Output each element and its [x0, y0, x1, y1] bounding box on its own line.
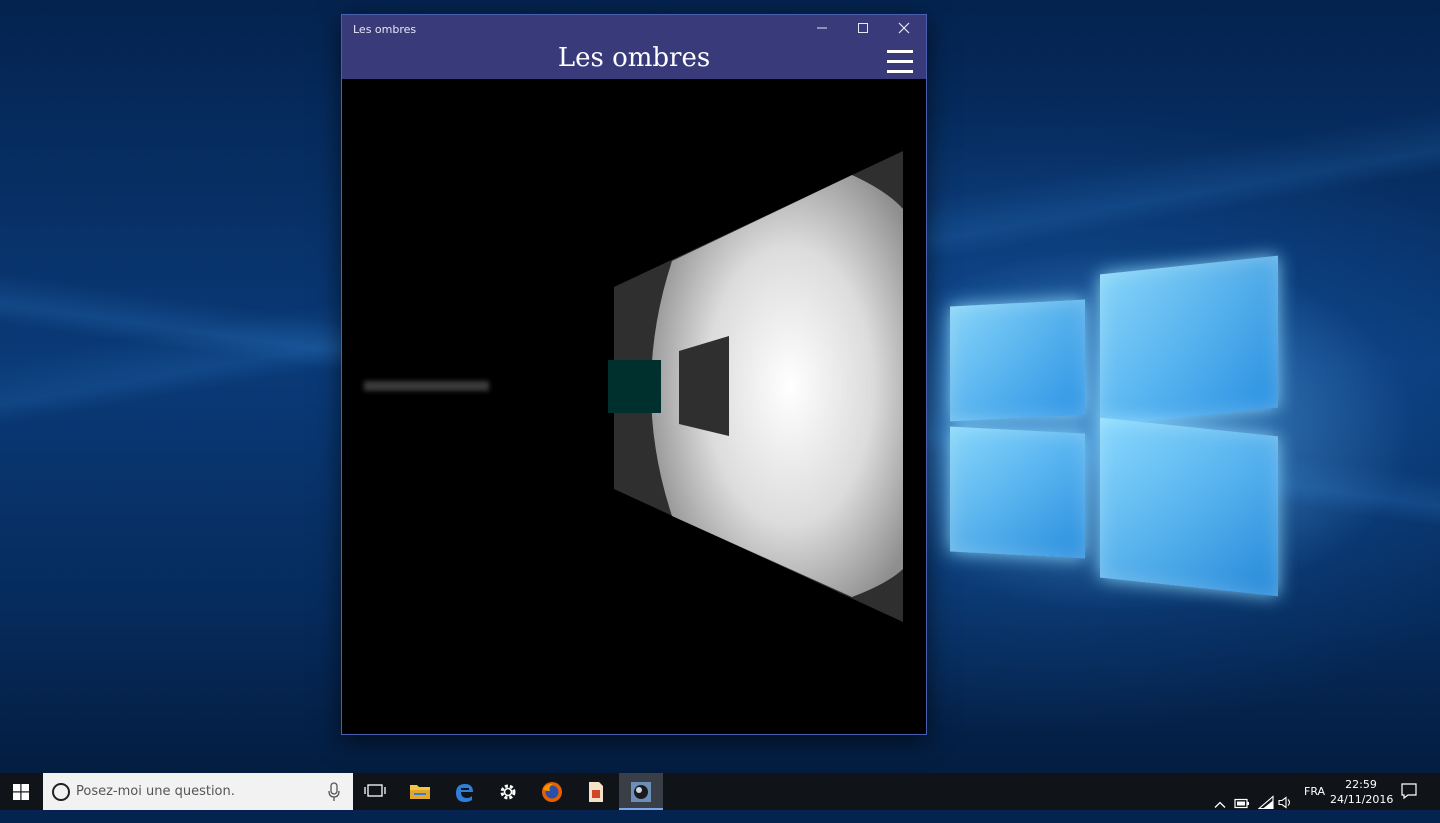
hamburger-menu-icon[interactable]: [887, 50, 913, 74]
battery-icon[interactable]: [1234, 785, 1250, 822]
volume-icon[interactable]: [1278, 784, 1294, 821]
file-explorer-button[interactable]: [398, 773, 442, 810]
desktop-windows-logo: [940, 255, 1285, 597]
clock-date: 24/11/2016: [1330, 793, 1394, 806]
settings-button[interactable]: [486, 773, 530, 810]
chevron-up-icon[interactable]: [1214, 786, 1226, 823]
cube-object: [608, 360, 661, 413]
window-title: Les ombres: [353, 23, 417, 36]
task-view-icon: [364, 784, 386, 797]
start-button[interactable]: [0, 773, 43, 810]
maximize-button[interactable]: [843, 17, 883, 43]
file-explorer-icon: [410, 785, 430, 799]
task-view-button[interactable]: [353, 773, 397, 810]
app-title: Les ombres: [557, 43, 711, 73]
shadows-app-button[interactable]: [619, 773, 663, 810]
shadows-app-icon: [631, 782, 651, 802]
app-window[interactable]: Les ombres Les ombres: [341, 14, 927, 735]
maximize-icon: [858, 23, 868, 33]
edge-button[interactable]: [442, 773, 486, 810]
firefox-button[interactable]: [530, 773, 574, 810]
settings-gear-icon: [500, 784, 516, 800]
close-button[interactable]: [884, 17, 924, 43]
3d-scene-canvas[interactable]: [342, 79, 926, 734]
blurred-object: [364, 381, 489, 391]
title-bar[interactable]: Les ombres Les ombres: [342, 15, 926, 79]
windows-start-icon: [13, 784, 29, 800]
action-center-icon[interactable]: [1400, 782, 1418, 800]
wifi-icon[interactable]: [1258, 784, 1274, 821]
search-box[interactable]: Posez-moi une question.: [43, 773, 353, 810]
cortana-icon: [52, 783, 70, 801]
document-app-icon: [589, 782, 603, 802]
microphone-icon[interactable]: [327, 782, 341, 802]
minimize-button[interactable]: [802, 17, 842, 43]
clock[interactable]: 22:59 24/11/2016: [1330, 777, 1394, 807]
language-indicator[interactable]: FRA: [1304, 785, 1325, 822]
clock-time: 22:59: [1345, 778, 1377, 791]
edge-icon: [456, 784, 473, 802]
taskbar: Posez-moi une question. FRA 22:59 24/11/…: [0, 773, 1440, 810]
search-input[interactable]: Posez-moi une question.: [76, 784, 235, 799]
cube-shadow: [679, 336, 729, 436]
minimize-icon: [817, 27, 827, 29]
document-app-button[interactable]: [574, 773, 618, 810]
close-icon: [898, 22, 910, 34]
firefox-icon: [542, 782, 562, 802]
